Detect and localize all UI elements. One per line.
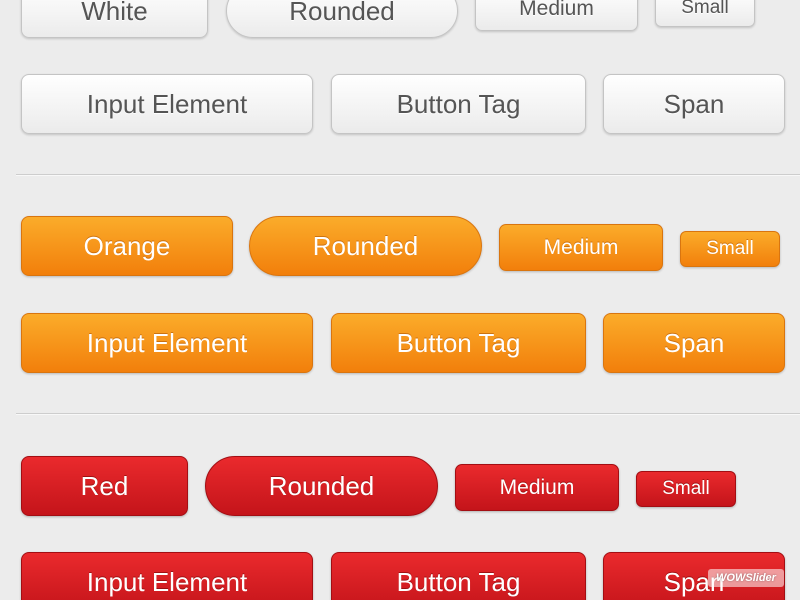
section-divider (16, 413, 800, 415)
red-rounded-button[interactable]: Rounded (205, 456, 438, 516)
white-rounded-button[interactable]: Rounded (226, 0, 458, 38)
white-button-tag-button[interactable]: Button Tag (331, 74, 586, 134)
orange-span-button[interactable]: Span (603, 313, 785, 373)
white-medium-button[interactable]: Medium (475, 0, 638, 31)
white-button[interactable]: White (21, 0, 208, 38)
orange-medium-button[interactable]: Medium (499, 224, 663, 271)
button-showcase: White Rounded Medium Small Input Element… (0, 0, 800, 600)
white-small-button[interactable]: Small (655, 0, 755, 27)
orange-button[interactable]: Orange (21, 216, 233, 276)
wowslider-watermark: WOWSlider (708, 569, 784, 587)
white-span-button[interactable]: Span (603, 74, 785, 134)
red-button[interactable]: Red (21, 456, 188, 516)
section-divider (16, 174, 800, 176)
orange-rounded-button[interactable]: Rounded (249, 216, 482, 276)
orange-small-button[interactable]: Small (680, 231, 780, 267)
red-medium-button[interactable]: Medium (455, 464, 619, 511)
orange-button-tag-button[interactable]: Button Tag (331, 313, 586, 373)
red-input-element-button[interactable]: Input Element (21, 552, 313, 600)
red-small-button[interactable]: Small (636, 471, 736, 507)
orange-input-element-button[interactable]: Input Element (21, 313, 313, 373)
white-input-element-button[interactable]: Input Element (21, 74, 313, 134)
red-button-tag-button[interactable]: Button Tag (331, 552, 586, 600)
